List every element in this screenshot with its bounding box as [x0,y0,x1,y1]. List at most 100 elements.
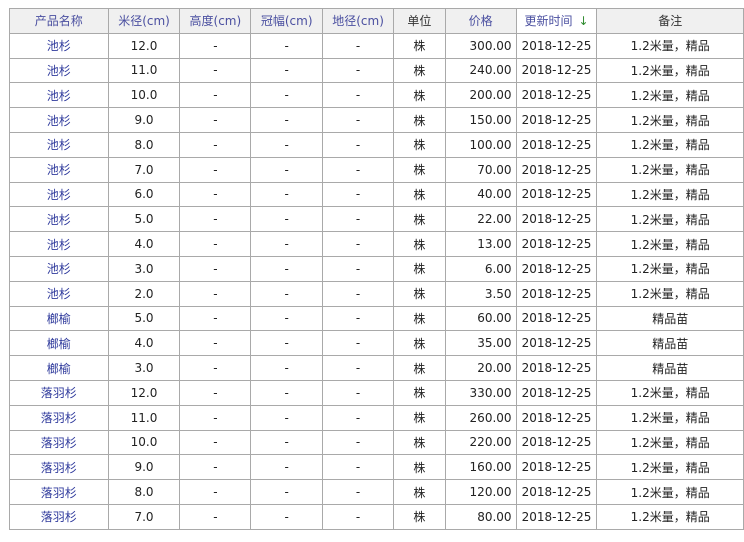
price-table: 产品名称 米径(cm) 高度(cm) 冠幅(cm) 地径(cm) 单位 价格 更… [9,8,744,530]
cell-name[interactable]: 池杉 [9,156,109,183]
cell-name[interactable]: 落羽杉 [9,503,109,530]
cell-note: 1.2米量，精品 [596,32,744,59]
cell-name[interactable]: 榔榆 [9,355,109,381]
cell-height: - [179,330,252,357]
cell-height: - [179,255,252,282]
cell-height: - [179,32,252,59]
cell-updated: 2018-12-25 [515,479,598,505]
cell-ground: - [322,404,394,431]
column-header-ground[interactable]: 地径(cm) [322,8,394,34]
cell-name[interactable]: 榔榆 [9,305,109,332]
table-row: 池杉 12.0- - - 株 300.00 2018-12-25 1.2米量，精品 [9,32,744,59]
cell-name[interactable]: 池杉 [9,206,109,233]
cell-unit: 株 [392,57,446,84]
cell-unit: 株 [392,479,446,505]
cell-unit: 株 [392,404,446,431]
cell-name[interactable]: 池杉 [9,82,109,109]
cell-ground: - [322,107,394,133]
cell-name[interactable]: 池杉 [9,32,109,59]
cell-name[interactable]: 池杉 [9,181,109,208]
cell-diameter: 7.0 [107,503,181,530]
cell-height: - [179,181,252,208]
table-row: 落羽杉 9.0- - - 株 160.00 2018-12-25 1.2米量，精品 [9,454,744,481]
column-header-height[interactable]: 高度(cm) [179,8,252,34]
column-header-price[interactable]: 价格 [444,8,517,34]
cell-updated: 2018-12-25 [515,330,598,357]
cell-note: 1.2米量，精品 [596,479,744,505]
cell-crown: - [250,156,324,183]
table-row: 榔榆 5.0- - - 株 60.00 2018-12-25 精品苗 [9,305,744,332]
column-header-name[interactable]: 产品名称 [9,8,109,34]
cell-updated: 2018-12-25 [515,454,598,481]
column-header-diameter[interactable]: 米径(cm) [107,8,181,34]
cell-height: - [179,404,252,431]
cell-price: 220.00 [444,429,517,456]
cell-height: - [179,503,252,530]
cell-note: 1.2米量，精品 [596,429,744,456]
cell-diameter: 10.0 [107,82,181,109]
cell-name[interactable]: 池杉 [9,107,109,133]
cell-name[interactable]: 落羽杉 [9,429,109,456]
cell-diameter: 10.0 [107,429,181,456]
cell-height: - [179,107,252,133]
down-arrow-icon: ↓ [578,14,589,29]
cell-updated: 2018-12-25 [515,404,598,431]
cell-updated: 2018-12-25 [515,379,598,406]
cell-updated: 2018-12-25 [515,355,598,381]
cell-price: 160.00 [444,454,517,481]
cell-name[interactable]: 落羽杉 [9,404,109,431]
cell-height: - [179,280,252,307]
column-header-note: 备注 [596,8,744,34]
cell-ground: - [322,330,394,357]
cell-name[interactable]: 池杉 [9,255,109,282]
cell-name[interactable]: 榔榆 [9,330,109,357]
cell-name[interactable]: 池杉 [9,231,109,257]
cell-name[interactable]: 池杉 [9,280,109,307]
cell-note: 1.2米量，精品 [596,379,744,406]
table-row: 池杉 9.0- - - 株 150.00 2018-12-25 1.2米量，精品 [9,107,744,133]
cell-name[interactable]: 落羽杉 [9,454,109,481]
column-header-updated[interactable]: 更新时间 ↓ [515,8,598,34]
cell-updated: 2018-12-25 [515,206,598,233]
cell-crown: - [250,32,324,59]
cell-note: 精品苗 [596,330,744,357]
cell-note: 1.2米量，精品 [596,57,744,84]
cell-price: 70.00 [444,156,517,183]
cell-name[interactable]: 池杉 [9,131,109,158]
cell-note: 精品苗 [596,355,744,381]
table-row: 池杉 6.0- - - 株 40.00 2018-12-25 1.2米量，精品 [9,181,744,208]
cell-ground: - [322,231,394,257]
cell-height: - [179,156,252,183]
cell-diameter: 12.0 [107,379,181,406]
cell-price: 300.00 [444,32,517,59]
cell-price: 100.00 [444,131,517,158]
cell-height: - [179,206,252,233]
cell-name[interactable]: 池杉 [9,57,109,84]
cell-name[interactable]: 落羽杉 [9,379,109,406]
cell-diameter: 11.0 [107,57,181,84]
cell-height: - [179,355,252,381]
cell-price: 6.00 [444,255,517,282]
table-row: 榔榆 3.0- - - 株 20.00 2018-12-25 精品苗 [9,355,744,381]
cell-note: 1.2米量，精品 [596,280,744,307]
cell-name[interactable]: 落羽杉 [9,479,109,505]
cell-price: 20.00 [444,355,517,381]
cell-ground: - [322,181,394,208]
cell-price: 80.00 [444,503,517,530]
cell-updated: 2018-12-25 [515,181,598,208]
column-header-unit: 单位 [392,8,446,34]
cell-unit: 株 [392,330,446,357]
table-row: 池杉 10.0- - - 株 200.00 2018-12-25 1.2米量，精品 [9,82,744,109]
cell-crown: - [250,57,324,84]
cell-crown: - [250,255,324,282]
table-row: 池杉 4.0- - - 株 13.00 2018-12-25 1.2米量，精品 [9,231,744,257]
cell-updated: 2018-12-25 [515,305,598,332]
column-header-crown[interactable]: 冠幅(cm) [250,8,324,34]
cell-height: - [179,379,252,406]
cell-diameter: 5.0 [107,305,181,332]
cell-updated: 2018-12-25 [515,231,598,257]
cell-note: 1.2米量，精品 [596,107,744,133]
cell-ground: - [322,379,394,406]
cell-updated: 2018-12-25 [515,82,598,109]
cell-crown: - [250,82,324,109]
